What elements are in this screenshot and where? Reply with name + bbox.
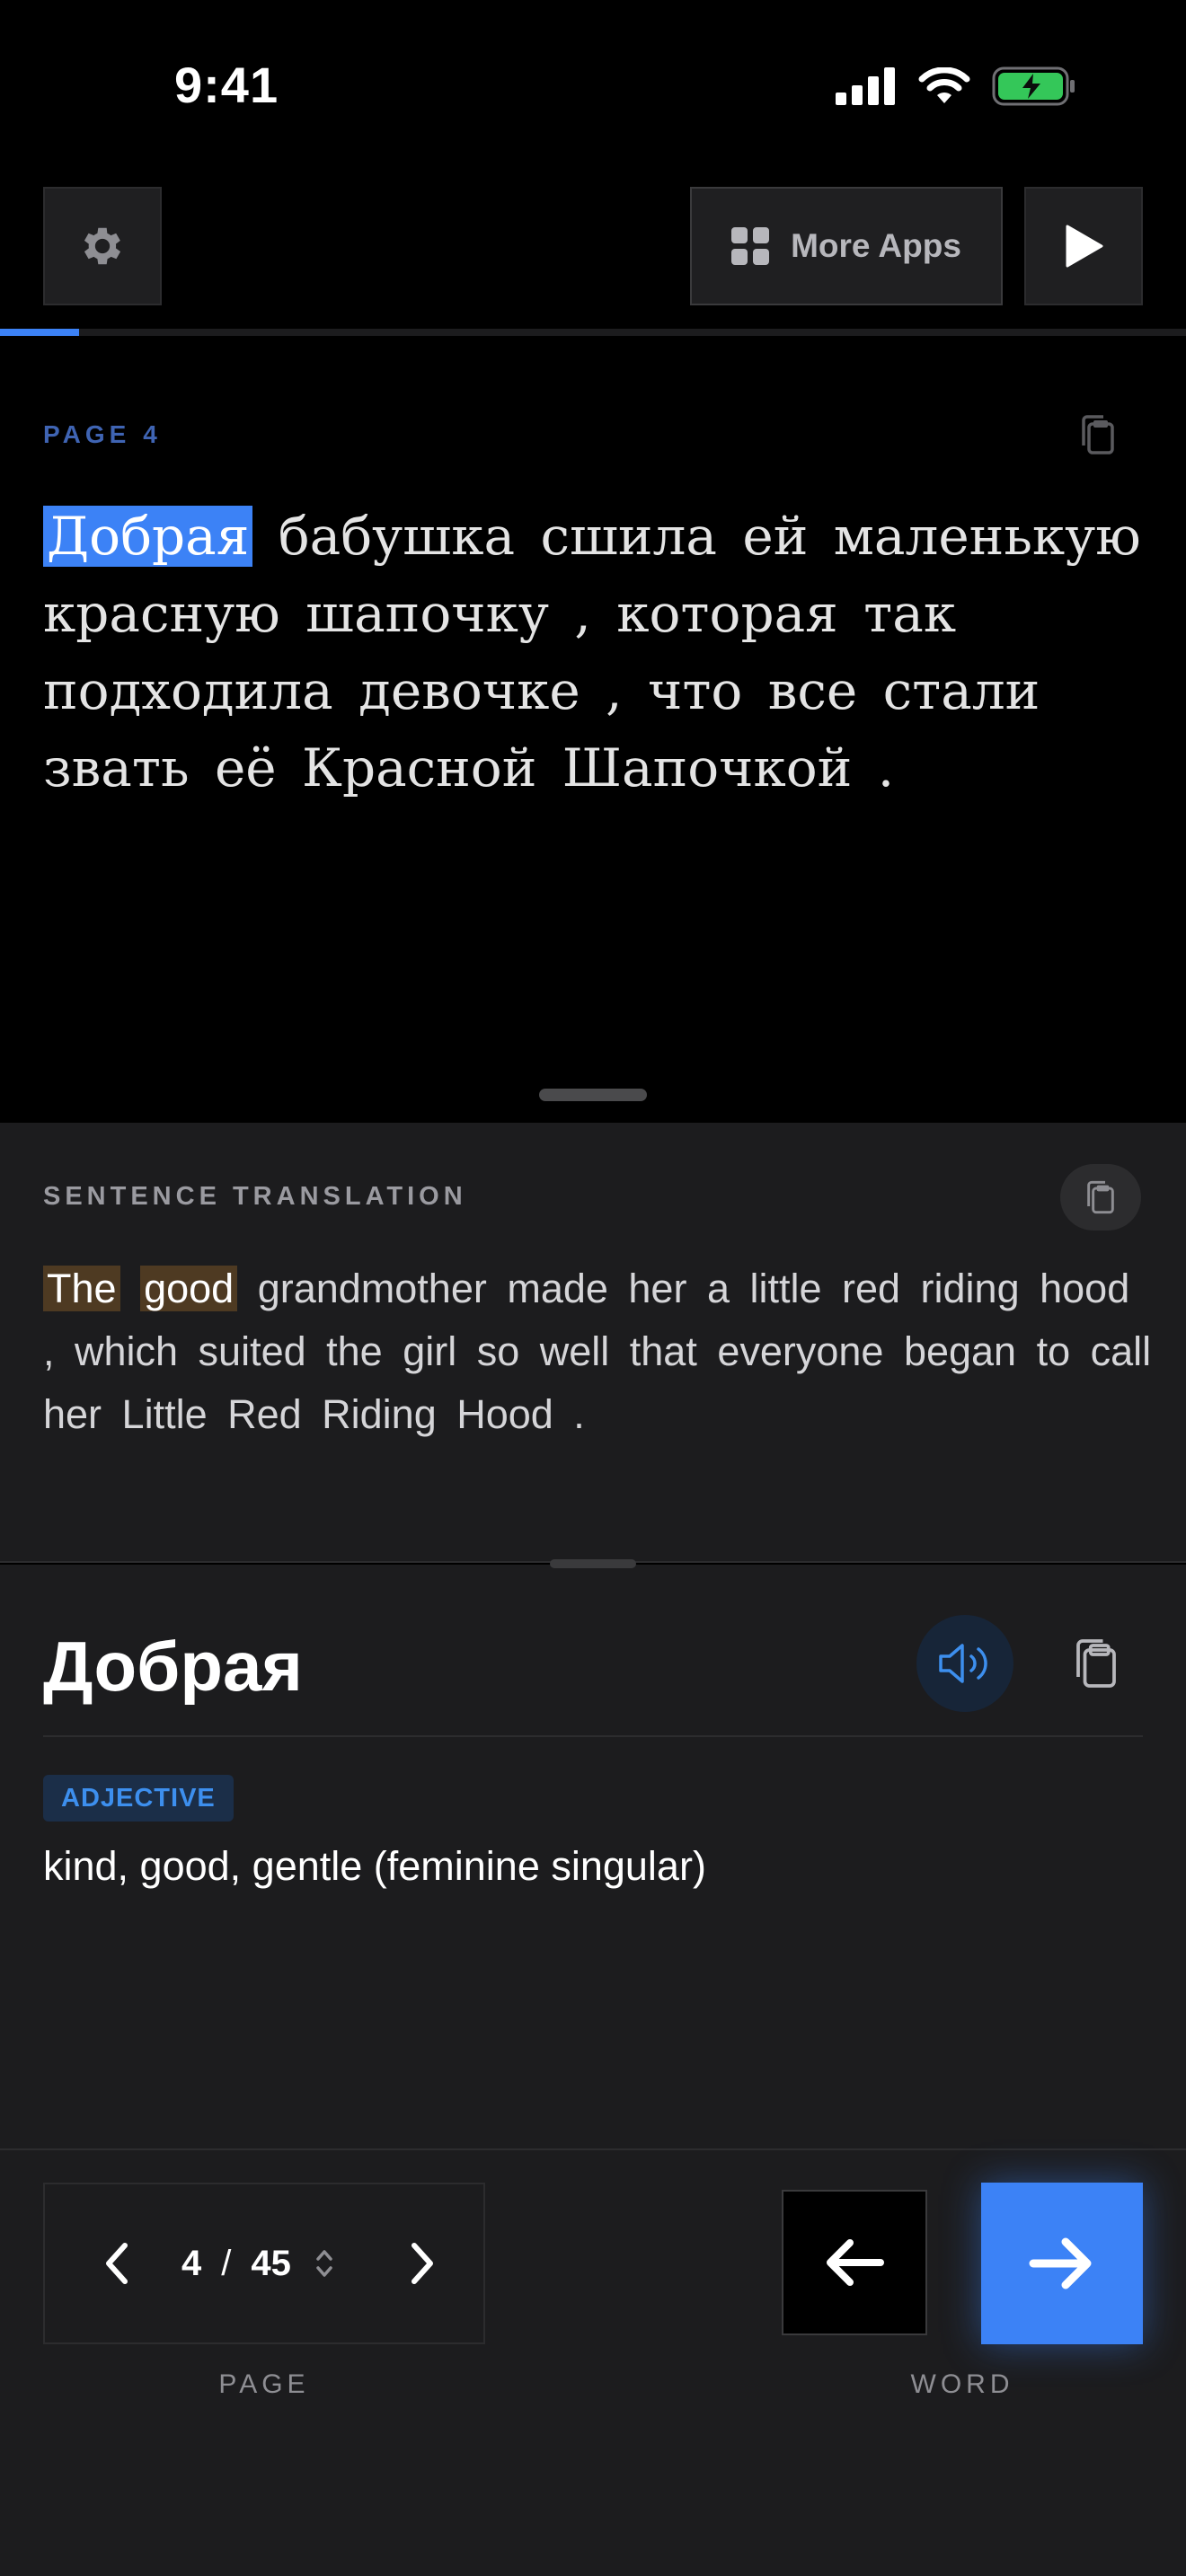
status-time: 9:41 (174, 57, 279, 113)
status-icons (836, 66, 1076, 106)
word-definition: kind, good, gentle (feminine singular) (43, 1843, 706, 1889)
copy-icon (1076, 1639, 1116, 1688)
copy-icon (1087, 1180, 1114, 1214)
divider (43, 1735, 1143, 1737)
page-indicator: PAGE 4 (43, 420, 162, 449)
translation-highlight-good: good (140, 1266, 238, 1311)
next-page-button[interactable] (394, 2235, 451, 2292)
play-button[interactable] (1024, 187, 1143, 305)
page-selector[interactable]: 4 / 45 (181, 2235, 334, 2292)
page-separator: / (221, 2243, 232, 2283)
page-pager: 4 / 45 (43, 2183, 485, 2344)
copy-word-button[interactable] (1048, 1615, 1145, 1712)
pronounce-button[interactable] (916, 1615, 1013, 1712)
next-word-button[interactable] (981, 2183, 1143, 2344)
bottom-navigation: 4 / 45 PAGE WORD (0, 2148, 1186, 2576)
reading-progress-fill (0, 329, 80, 336)
signal-icon (836, 67, 895, 105)
previous-page-button[interactable] (88, 2235, 146, 2292)
part-of-speech-badge: ADJECTIVE (43, 1775, 234, 1822)
selected-word[interactable]: Добрая (43, 506, 253, 567)
page-indicator-number: 4 (143, 420, 162, 448)
chevron-left-icon (106, 2243, 128, 2284)
english-translation: The good grandmother made her a little r… (43, 1257, 1157, 1446)
translation-label: SENTENCE TRANSLATION (43, 1182, 467, 1211)
more-apps-button[interactable]: More Apps (690, 187, 1003, 305)
copy-translation-button[interactable] (1060, 1164, 1141, 1231)
current-page: 4 (181, 2243, 202, 2283)
arrow-left-icon (827, 2239, 884, 2286)
translation-highlight-the: The (43, 1266, 120, 1311)
total-pages: 45 (251, 2243, 291, 2283)
wifi-icon (918, 67, 970, 103)
reading-panel: PAGE 4 Добрая бабушка сшила ей маленькую … (0, 336, 1186, 1123)
toolbar: More Apps (0, 187, 1186, 309)
reading-progress-bar (0, 329, 1186, 336)
status-bar: 9:41 (0, 0, 1186, 171)
page-indicator-label: PAGE (43, 420, 131, 448)
word-detail-panel: Добрая ADJECTIVE kind, good, gentle (fem… (0, 1559, 1186, 2148)
copy-text-button[interactable] (1076, 411, 1120, 463)
resize-handle[interactable] (539, 1089, 647, 1101)
russian-sentence: Добрая бабушка сшила ей маленькую красну… (43, 498, 1157, 807)
chevron-right-icon (412, 2243, 433, 2284)
word-caption: WORD (910, 2369, 1014, 2399)
grid-icon (731, 227, 770, 265)
gear-icon (84, 227, 121, 265)
translation-panel: SENTENCE TRANSLATION The good grandmothe… (0, 1123, 1186, 1563)
arrow-right-icon (1029, 2237, 1092, 2289)
more-apps-label: More Apps (791, 227, 961, 264)
copy-icon (1082, 415, 1114, 454)
speaker-icon (939, 1644, 987, 1683)
chevron-up-down-icon (314, 2247, 334, 2280)
page-caption: PAGE (218, 2369, 310, 2399)
word-title: Добрая (43, 1627, 303, 1706)
play-icon (1066, 225, 1103, 268)
previous-word-button[interactable] (782, 2190, 927, 2335)
settings-button[interactable] (43, 187, 162, 305)
sheet-handle[interactable] (550, 1559, 636, 1568)
battery-charging-icon (992, 66, 1075, 106)
